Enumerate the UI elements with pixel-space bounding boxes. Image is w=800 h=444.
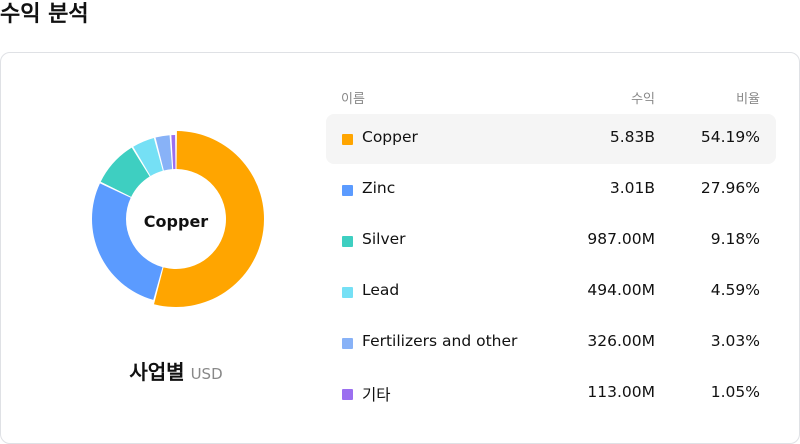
row-revenue: 494.00M [587, 281, 655, 299]
table-row[interactable]: Fertilizers and other 326.00M 3.03% [326, 318, 776, 368]
segment-label: 사업별 [129, 360, 185, 384]
table-row[interactable]: 기타 113.00M 1.05% [326, 369, 776, 419]
row-revenue: 113.00M [587, 383, 655, 401]
page-title: 수익 분석 [0, 2, 89, 27]
row-name: Fertilizers and other [362, 332, 518, 350]
row-share: 27.96% [700, 179, 760, 197]
donut-slice-5[interactable] [171, 135, 176, 170]
row-revenue: 5.83B [609, 128, 655, 146]
row-name: Copper [362, 128, 418, 146]
table-row[interactable]: Silver 987.00M 9.18% [326, 216, 776, 266]
table-row[interactable]: Zinc 3.01B 27.96% [326, 165, 776, 215]
header-share: 비율 [736, 92, 760, 107]
chart-caption: 사업별 USD [1, 356, 351, 385]
legend-swatch [342, 236, 353, 247]
row-share: 9.18% [710, 230, 760, 248]
header-revenue: 수익 [631, 92, 655, 107]
legend-swatch [342, 389, 353, 400]
row-name: Zinc [362, 179, 396, 197]
row-name: 기타 [362, 386, 391, 404]
donut-center-label: Copper [143, 212, 209, 231]
row-revenue: 987.00M [587, 230, 655, 248]
row-name: Silver [362, 230, 406, 248]
legend-swatch [342, 338, 353, 349]
row-share: 4.59% [710, 281, 760, 299]
row-name: Lead [362, 281, 400, 299]
legend-swatch [342, 134, 353, 145]
table-row[interactable]: Copper 5.83B 54.19% [326, 114, 776, 164]
row-revenue: 326.00M [587, 332, 655, 350]
header-name: 이름 [341, 92, 365, 107]
row-revenue: 3.01B [609, 179, 655, 197]
currency-unit: USD [190, 365, 223, 383]
donut-slice-1[interactable] [92, 183, 163, 300]
row-share: 3.03% [710, 332, 760, 350]
legend-swatch [342, 185, 353, 196]
table-header: 이름 수익 비율 [326, 88, 776, 108]
row-share: 54.19% [700, 128, 760, 146]
legend-swatch [342, 287, 353, 298]
row-share: 1.05% [710, 383, 760, 401]
chart-area: Copper 사업별 USD [1, 53, 351, 444]
revenue-card: Copper 사업별 USD 이름 수익 비율 Copper 5.83B 54.1… [0, 52, 800, 444]
table-row[interactable]: Lead 494.00M 4.59% [326, 267, 776, 317]
